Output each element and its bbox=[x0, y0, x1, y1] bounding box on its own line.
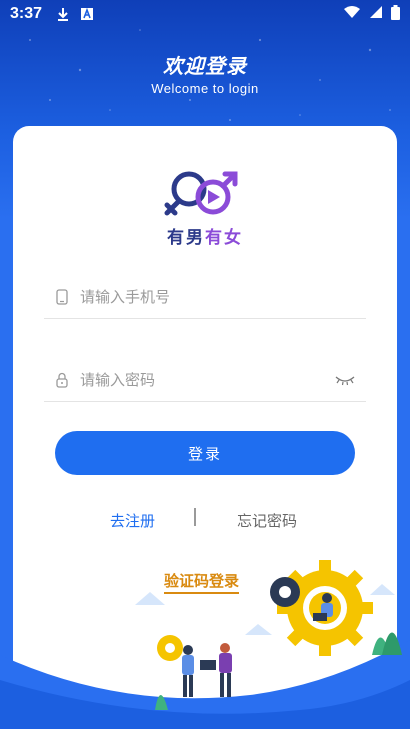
signal-icon bbox=[369, 5, 383, 23]
login-button[interactable]: 登录 bbox=[55, 431, 355, 475]
welcome-header: 欢迎登录 Welcome to login bbox=[0, 50, 410, 96]
password-input[interactable] bbox=[80, 370, 334, 389]
brand-name: 有男有女 bbox=[0, 223, 410, 248]
a-badge-icon bbox=[80, 7, 94, 21]
status-time: 3:37 bbox=[10, 5, 43, 22]
brand-name-part2: 有女 bbox=[205, 228, 243, 248]
welcome-subtitle: Welcome to login bbox=[151, 81, 259, 96]
phone-field bbox=[44, 275, 366, 319]
links-separator bbox=[194, 508, 196, 526]
register-link[interactable]: 去注册 bbox=[110, 510, 155, 531]
lock-icon bbox=[52, 370, 72, 390]
password-field bbox=[44, 358, 366, 402]
phone-input[interactable] bbox=[80, 287, 366, 306]
status-bar: 3:37 bbox=[0, 0, 410, 28]
wifi-icon bbox=[343, 5, 361, 23]
welcome-title: 欢迎登录 bbox=[163, 54, 247, 78]
team-illustration bbox=[0, 560, 410, 729]
phone-icon bbox=[52, 287, 72, 307]
brand-name-part1: 有男 bbox=[167, 228, 205, 248]
gender-symbols-play-icon bbox=[164, 171, 238, 216]
auth-links: 去注册 忘记密码 bbox=[0, 508, 410, 532]
eye-closed-icon[interactable] bbox=[334, 374, 356, 386]
forgot-password-link[interactable]: 忘记密码 bbox=[237, 510, 297, 531]
battery-icon bbox=[391, 4, 400, 24]
download-icon bbox=[56, 7, 70, 21]
